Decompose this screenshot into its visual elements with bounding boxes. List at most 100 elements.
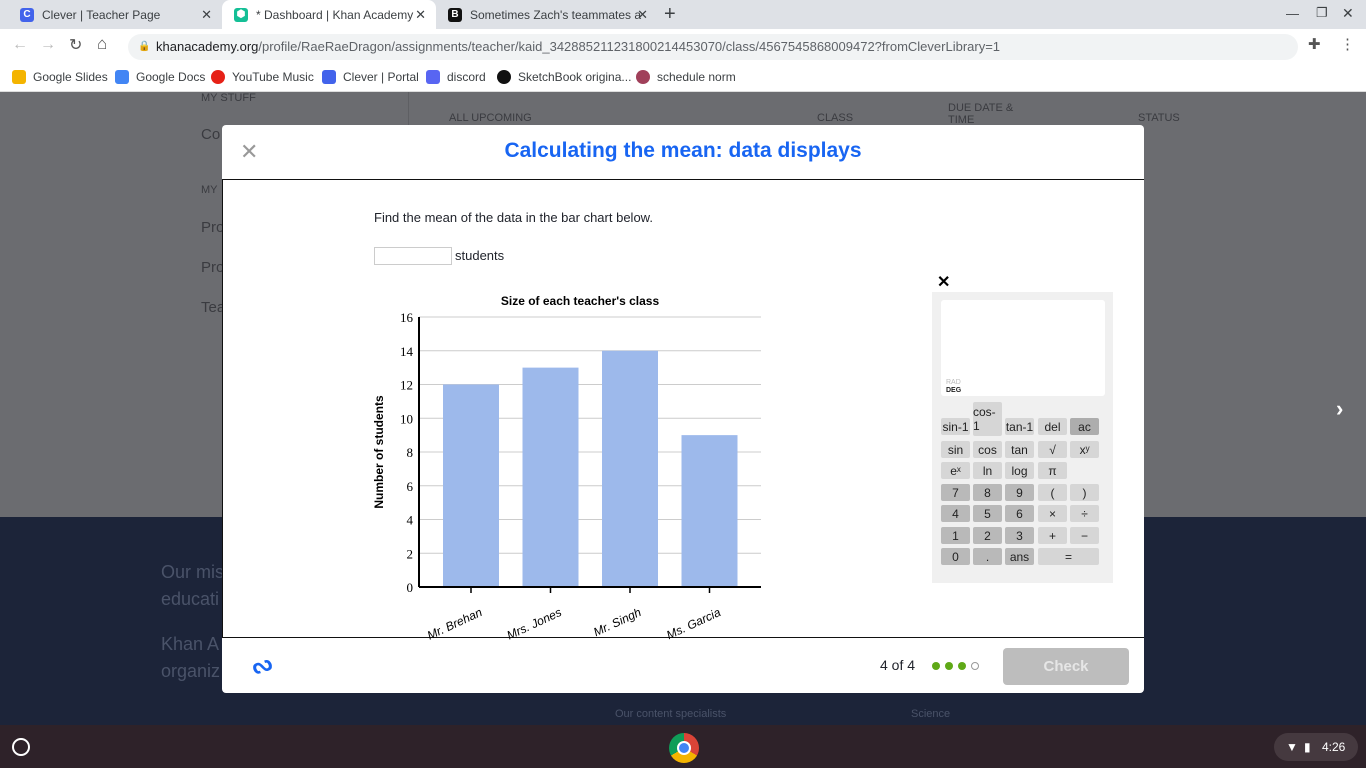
deg-toggle[interactable]: DEG: [946, 387, 961, 394]
next-arrow-icon[interactable]: ›: [1336, 396, 1343, 422]
tab-label: * Dashboard | Khan Academy: [256, 7, 414, 22]
address-bar[interactable]: 🔒 khanacademy.org/profile/RaeRaeDragon/as…: [128, 34, 1298, 60]
bookmark-youtube-music[interactable]: YouTube Music: [211, 70, 314, 84]
calc-key-sin[interactable]: sin: [941, 441, 970, 458]
url-path: /profile/RaeRaeDragon/assignments/teache…: [258, 39, 1001, 54]
progress-dot-complete: [945, 662, 953, 670]
check-button[interactable]: Check: [1003, 648, 1129, 685]
y-tick-label: 12: [400, 378, 413, 393]
menu-icon[interactable]: ⋮: [1340, 35, 1355, 53]
calc-key-5[interactable]: 5: [973, 505, 1002, 522]
calc-key-sin1[interactable]: sin-1: [941, 418, 970, 435]
clever-icon: [322, 70, 336, 84]
bookmark-label: Google Slides: [33, 70, 108, 84]
bg-text: MY STUFF: [201, 92, 256, 104]
calc-key-cos1[interactable]: cos-1: [973, 402, 1002, 436]
calc-key-multiply[interactable]: ×: [1038, 505, 1067, 522]
schedule-icon: [636, 70, 650, 84]
bookmark-google-slides[interactable]: Google Slides: [12, 70, 108, 84]
close-tab-icon[interactable]: ✕: [415, 7, 426, 23]
bookmark-label: Clever | Portal: [343, 70, 419, 84]
bookmark-schedule[interactable]: schedule norm: [636, 70, 736, 84]
exercise-content: Find the mean of the data in the bar cha…: [222, 179, 1144, 640]
battery-icon: ▮: [1304, 740, 1311, 754]
y-tick-label: 0: [407, 580, 414, 595]
home-icon[interactable]: ⌂: [97, 34, 107, 54]
scratchpad-icon[interactable]: ᔓ: [248, 649, 275, 680]
chrome-icon[interactable]: [669, 733, 699, 763]
calc-key-7[interactable]: 7: [941, 484, 970, 501]
calc-key-0[interactable]: 0: [941, 548, 970, 565]
calc-key-log[interactable]: log: [1005, 462, 1034, 479]
extensions-icon[interactable]: ✚: [1308, 35, 1321, 53]
rad-toggle[interactable]: RAD: [946, 379, 961, 386]
restore-button[interactable]: ❐: [1316, 5, 1328, 21]
close-window-button[interactable]: ✕: [1342, 5, 1354, 22]
forward-icon[interactable]: →: [40, 36, 56, 54]
calc-key-9[interactable]: 9: [1005, 484, 1034, 501]
exercise-modal: ✕ Calculating the mean: data displays Fi…: [222, 125, 1144, 693]
calc-key-cos[interactable]: cos: [973, 441, 1002, 458]
calc-key-ans[interactable]: ans: [1005, 548, 1034, 565]
tab-khan[interactable]: ⬢ * Dashboard | Khan Academy ✕: [222, 0, 436, 29]
y-tick-label: 16: [400, 310, 414, 325]
progress-text: 4 of 4: [880, 657, 916, 673]
y-tick-label: 2: [407, 546, 414, 561]
calc-key-ln[interactable]: ln: [973, 462, 1002, 479]
back-icon[interactable]: ←: [12, 36, 28, 54]
launcher-button[interactable]: [12, 738, 30, 756]
reload-icon[interactable]: ↻: [69, 35, 82, 55]
exercise-footer: ᔓ 4 of 4 Check: [222, 638, 1144, 693]
taskbar: ▼ ▮ 4:26: [0, 725, 1366, 768]
calc-key-tan1[interactable]: tan-1: [1005, 418, 1034, 435]
calc-key-close-paren[interactable]: ): [1070, 484, 1099, 501]
bookmark-discord[interactable]: discord: [426, 70, 486, 84]
bg-text: DUE DATE & TIME: [948, 102, 1014, 126]
calc-key-3[interactable]: 3: [1005, 527, 1034, 544]
calc-key-minus[interactable]: −: [1070, 527, 1099, 544]
bg-text: Khan A: [161, 634, 220, 654]
calc-key-ac[interactable]: ac: [1070, 418, 1099, 435]
calculator: RAD DEG sin-1 cos-1 tan-1 del ac sin cos tan √ xʸ…: [932, 292, 1113, 583]
lock-icon: 🔒: [138, 41, 151, 52]
bg-text: Pro: [201, 259, 225, 276]
bg-text: ALL UPCOMING: [449, 112, 532, 124]
minimize-button[interactable]: —: [1286, 6, 1299, 21]
tab-clever[interactable]: C Clever | Teacher Page ✕: [8, 0, 222, 29]
calc-key-open-paren[interactable]: (: [1038, 484, 1067, 501]
calc-key-tan[interactable]: tan: [1005, 441, 1034, 458]
calc-key-pi[interactable]: π: [1038, 462, 1067, 479]
calc-key-2[interactable]: 2: [973, 527, 1002, 544]
bookmark-google-docs[interactable]: Google Docs: [115, 70, 205, 84]
calc-key-decimal[interactable]: .: [973, 548, 1002, 565]
bookmark-clever-portal[interactable]: Clever | Portal: [322, 70, 419, 84]
calc-key-del[interactable]: del: [1038, 418, 1067, 435]
y-tick-label: 8: [407, 445, 414, 460]
answer-input[interactable]: [374, 247, 452, 265]
calc-key-4[interactable]: 4: [941, 505, 970, 522]
next-arrow-icon[interactable]: [1360, 392, 1366, 418]
new-tab-button[interactable]: +: [664, 3, 676, 26]
close-tab-icon[interactable]: ✕: [201, 7, 212, 23]
calc-key-sqrt[interactable]: √: [1038, 441, 1067, 458]
bookmark-label: YouTube Music: [232, 70, 314, 84]
calc-key-plus[interactable]: +: [1038, 527, 1067, 544]
tab-brainly[interactable]: B Sometimes Zach's teammates a ✕: [436, 0, 658, 29]
answer-unit: students: [455, 248, 505, 263]
calc-key-equals[interactable]: =: [1038, 548, 1099, 565]
close-calculator-icon[interactable]: ✕: [937, 272, 950, 292]
docs-icon: [115, 70, 129, 84]
bookmark-sketchbook[interactable]: SketchBook origina...: [497, 70, 631, 84]
close-tab-icon[interactable]: ✕: [637, 7, 648, 23]
calc-key-exp[interactable]: eˣ: [941, 462, 970, 479]
y-tick-label: 14: [400, 344, 414, 359]
system-tray[interactable]: ▼ ▮ 4:26: [1274, 733, 1358, 761]
calc-key-power[interactable]: xʸ: [1070, 441, 1099, 458]
calc-key-divide[interactable]: ÷: [1070, 505, 1099, 522]
calc-key-6[interactable]: 6: [1005, 505, 1034, 522]
calc-key-1[interactable]: 1: [941, 527, 970, 544]
bookmark-label: Google Docs: [136, 70, 206, 84]
calc-key-8[interactable]: 8: [973, 484, 1002, 501]
calculator-display: RAD DEG: [941, 300, 1105, 396]
clever-icon: C: [20, 7, 34, 22]
